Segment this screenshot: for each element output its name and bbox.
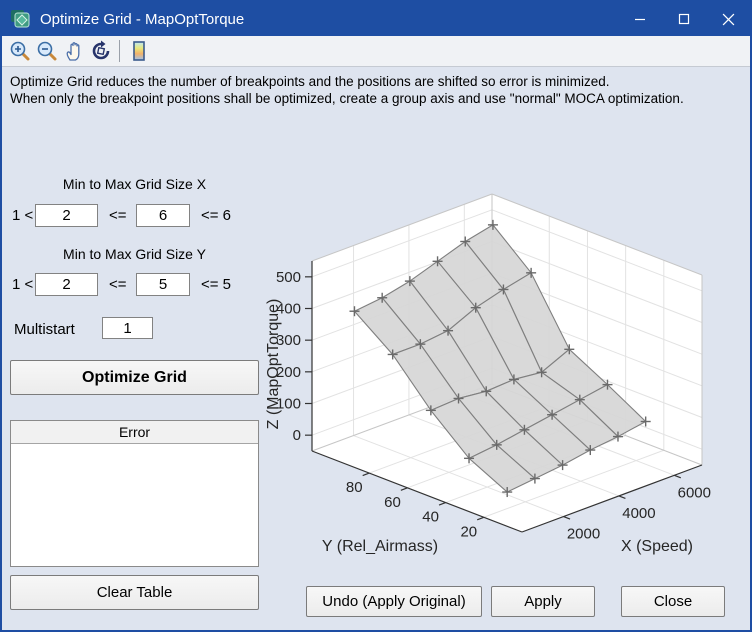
grid-size-x-min-input[interactable] bbox=[35, 204, 98, 227]
grid-size-y-label: Min to Max Grid Size Y bbox=[10, 246, 259, 262]
maximize-icon bbox=[678, 13, 690, 25]
rotate-3d-icon bbox=[90, 40, 112, 62]
window-title: Optimize Grid - MapOptTorque bbox=[40, 11, 618, 28]
svg-text:X (Speed): X (Speed) bbox=[621, 538, 693, 555]
grid-size-x-suffix: <= 6 bbox=[201, 207, 231, 224]
svg-text:60: 60 bbox=[384, 494, 401, 511]
title-bar: Optimize Grid - MapOptTorque bbox=[2, 2, 750, 36]
clear-table-button[interactable]: Clear Table bbox=[10, 575, 259, 610]
colorbar-icon bbox=[128, 40, 150, 62]
multistart-label: Multistart bbox=[14, 321, 75, 338]
toolbar-separator bbox=[119, 40, 120, 62]
grid-size-y-suffix: <= 5 bbox=[201, 276, 231, 293]
close-icon bbox=[722, 13, 735, 26]
rotate-3d-button[interactable] bbox=[87, 38, 114, 64]
zoom-out-icon bbox=[36, 40, 58, 62]
description-text: Optimize Grid reduces the number of brea… bbox=[10, 73, 684, 107]
zoom-out-button[interactable] bbox=[33, 38, 60, 64]
error-table[interactable]: Error bbox=[10, 420, 259, 567]
svg-text:2000: 2000 bbox=[567, 526, 600, 543]
grid-size-y-min-prefix: 1 < bbox=[12, 276, 33, 293]
grid-size-x-min-prefix: 1 < bbox=[12, 207, 33, 224]
zoom-in-button[interactable] bbox=[6, 38, 33, 64]
multistart-input[interactable] bbox=[102, 317, 153, 339]
maximize-button[interactable] bbox=[662, 2, 706, 36]
app-icon bbox=[10, 9, 32, 29]
error-table-header: Error bbox=[11, 421, 258, 444]
zoom-in-icon bbox=[9, 40, 31, 62]
svg-text:Y (Rel_Airmass): Y (Rel_Airmass) bbox=[322, 538, 438, 555]
svg-text:40: 40 bbox=[422, 509, 439, 526]
svg-text:80: 80 bbox=[346, 479, 363, 496]
minimize-button[interactable] bbox=[618, 2, 662, 36]
close-dialog-button[interactable]: Close bbox=[621, 586, 725, 617]
svg-text:0: 0 bbox=[293, 427, 301, 444]
grid-size-y-min-input[interactable] bbox=[35, 273, 98, 296]
grid-size-x-label: Min to Max Grid Size X bbox=[10, 176, 259, 192]
pan-hand-icon bbox=[63, 40, 85, 62]
svg-text:20: 20 bbox=[460, 523, 477, 540]
grid-size-y-op: <= bbox=[109, 276, 127, 293]
svg-text:Z (MapOptTorque): Z (MapOptTorque) bbox=[265, 299, 282, 430]
svg-text:6000: 6000 bbox=[678, 484, 711, 501]
svg-text:500: 500 bbox=[276, 269, 301, 286]
plot-3d-surface[interactable]: 200040006000204060800100200300400500X (S… bbox=[252, 182, 752, 587]
optimize-grid-dialog: Optimize Grid - MapOptTorque bbox=[0, 0, 752, 632]
grid-size-y-max-input[interactable] bbox=[136, 273, 190, 296]
close-button[interactable] bbox=[706, 2, 750, 36]
description-line-2: When only the breakpoint positions shall… bbox=[10, 90, 684, 107]
figure-toolbar bbox=[2, 36, 750, 67]
minimize-icon bbox=[634, 13, 646, 25]
pan-button[interactable] bbox=[60, 38, 87, 64]
undo-button[interactable]: Undo (Apply Original) bbox=[306, 586, 482, 617]
grid-size-x-op: <= bbox=[109, 207, 127, 224]
grid-size-x-max-input[interactable] bbox=[136, 204, 190, 227]
colorbar-button[interactable] bbox=[125, 38, 152, 64]
svg-text:4000: 4000 bbox=[622, 505, 655, 522]
optimize-grid-button[interactable]: Optimize Grid bbox=[10, 360, 259, 395]
apply-button[interactable]: Apply bbox=[491, 586, 595, 617]
description-line-1: Optimize Grid reduces the number of brea… bbox=[10, 73, 684, 90]
